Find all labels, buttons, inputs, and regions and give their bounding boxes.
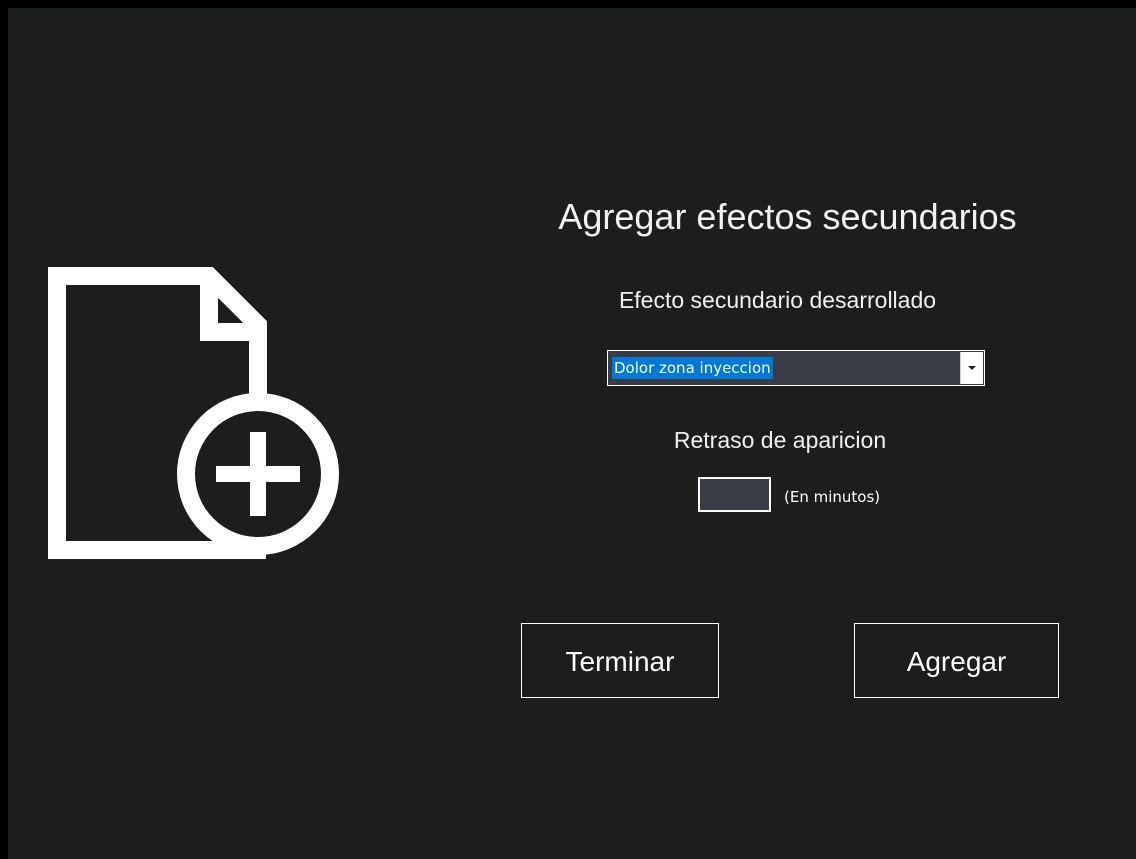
app-window: Agregar efectos secundarios Efecto secun… <box>0 0 1136 859</box>
document-add-icon <box>48 267 339 559</box>
dropdown-button[interactable] <box>960 352 983 384</box>
chevron-down-icon <box>968 366 976 370</box>
delay-label: Retraso de aparicion <box>673 427 887 453</box>
add-button[interactable]: Agregar <box>854 623 1059 698</box>
delay-input[interactable] <box>698 477 771 512</box>
page-title: Agregar efectos secundarios <box>558 196 1017 237</box>
effect-dropdown-value[interactable]: Dolor zona inyeccion <box>612 357 773 379</box>
effect-dropdown[interactable]: Dolor zona inyeccion <box>607 350 985 386</box>
finish-button[interactable]: Terminar <box>521 623 719 698</box>
delay-unit-label: (En minutos) <box>784 488 881 506</box>
effect-label: Efecto secundario desarrollado <box>618 287 937 313</box>
